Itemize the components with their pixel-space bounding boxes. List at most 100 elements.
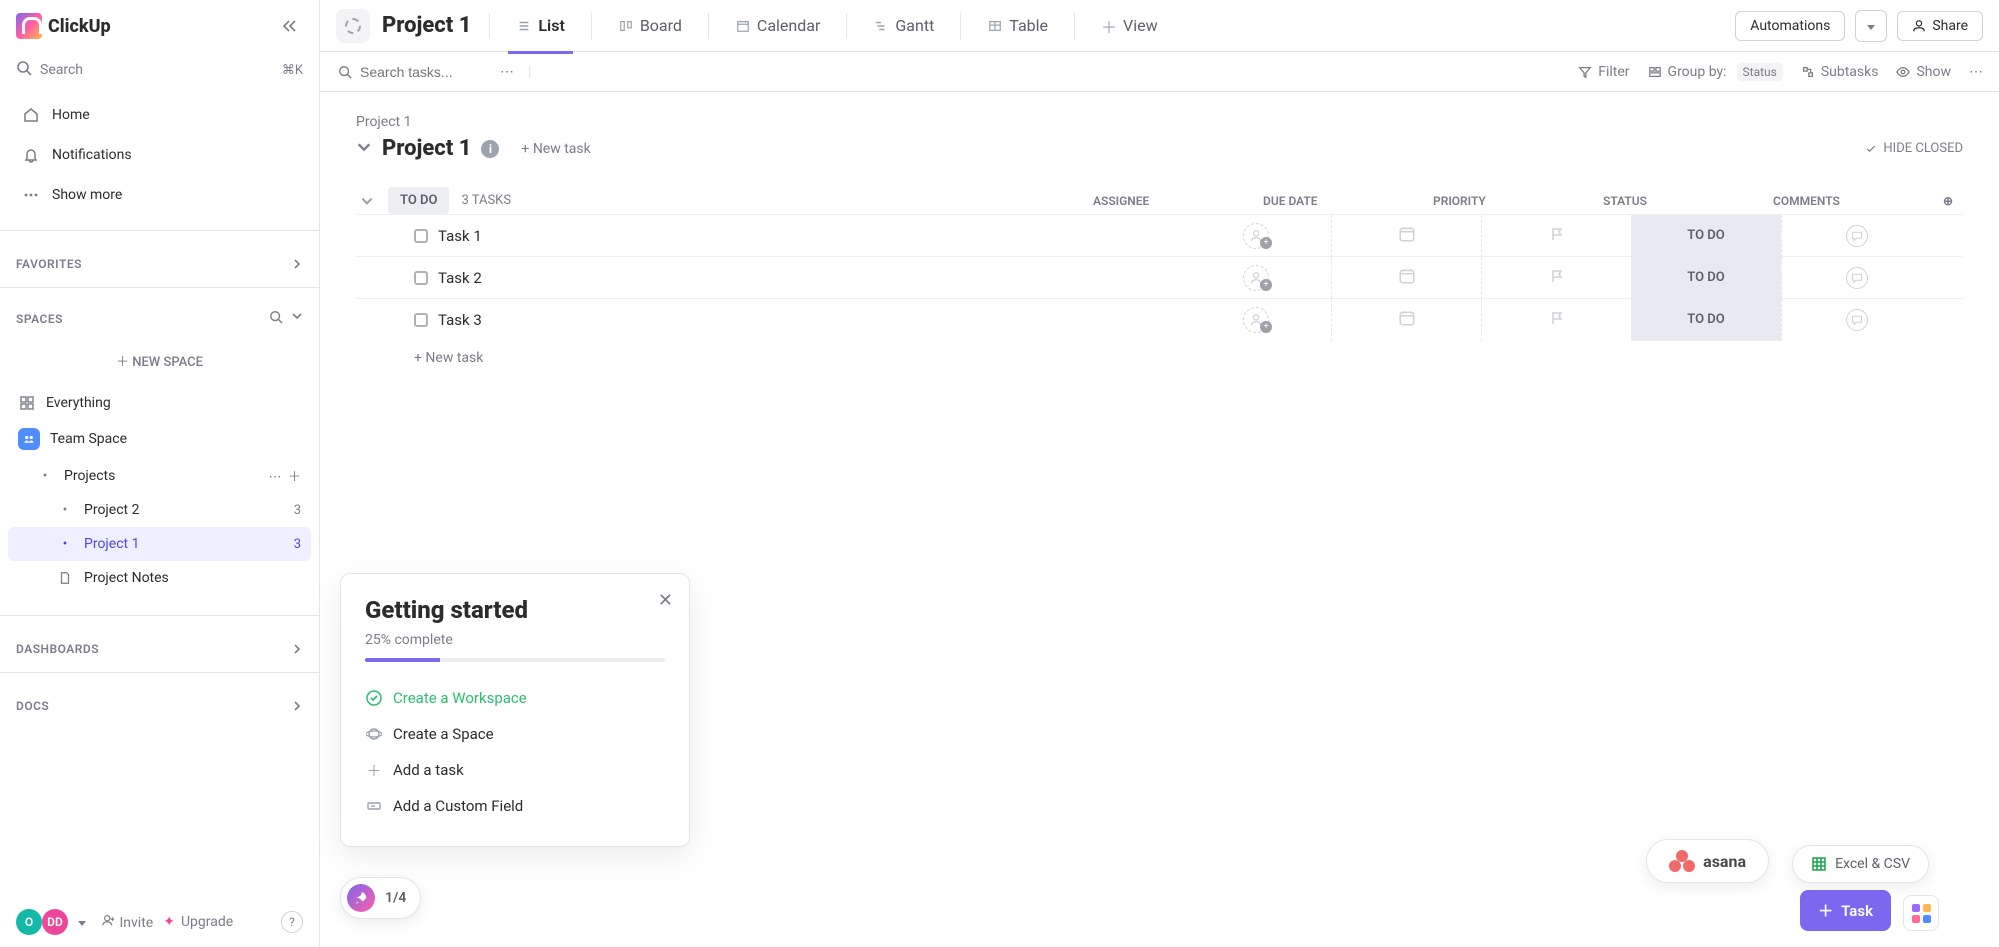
col-assignee[interactable]: ASSIGNEE bbox=[1093, 194, 1183, 208]
add-task-link[interactable]: + New task bbox=[521, 141, 590, 157]
nav-show-more[interactable]: Show more bbox=[8, 176, 311, 214]
cell-due-date[interactable] bbox=[1331, 257, 1481, 299]
docs-label[interactable]: DOCS bbox=[16, 699, 49, 713]
task-row[interactable]: ‎Task 2 + TO DO bbox=[356, 256, 1963, 298]
spaces-search-button[interactable] bbox=[269, 310, 283, 327]
logo[interactable]: ClickUp bbox=[16, 13, 111, 39]
toolbar-more-button[interactable]: ⋯ bbox=[1969, 64, 1983, 80]
column-headers: ASSIGNEE DUE DATE PRIORITY STATUS COMMEN… bbox=[1093, 194, 1963, 208]
list-icon-button[interactable] bbox=[336, 9, 370, 43]
dashboards-label[interactable]: DASHBOARDS bbox=[16, 642, 99, 656]
col-due-date[interactable]: DUE DATE bbox=[1263, 194, 1353, 208]
task-status-icon[interactable] bbox=[414, 313, 428, 327]
share-button[interactable]: Share bbox=[1897, 11, 1983, 41]
nav-home[interactable]: Home bbox=[8, 96, 311, 134]
task-search-input[interactable] bbox=[360, 64, 480, 80]
search-more-button[interactable]: ⋯ bbox=[500, 64, 514, 80]
upgrade-button[interactable]: ✦ Upgrade bbox=[163, 914, 233, 930]
task-status-icon[interactable] bbox=[414, 271, 428, 285]
automations-button[interactable]: Automations bbox=[1735, 11, 1845, 41]
cell-priority[interactable] bbox=[1481, 215, 1631, 257]
task-search[interactable] bbox=[336, 63, 480, 81]
favorites-label[interactable]: FAVORITES bbox=[16, 257, 82, 271]
show-button[interactable]: Show bbox=[1896, 64, 1951, 80]
tab-calendar[interactable]: Calendar bbox=[727, 10, 828, 41]
spaces-label[interactable]: SPACES bbox=[16, 312, 63, 326]
cell-assignee[interactable]: + bbox=[1181, 257, 1331, 299]
status-collapse-button[interactable] bbox=[356, 190, 378, 212]
cell-status[interactable]: TO DO bbox=[1631, 215, 1781, 257]
task-row[interactable]: ‎Task 1 + TO DO bbox=[356, 214, 1963, 256]
close-button[interactable]: ✕ bbox=[658, 590, 673, 611]
gs-item-space[interactable]: Create a Space bbox=[365, 716, 665, 752]
hide-closed-button[interactable]: HIDE CLOSED bbox=[1865, 141, 1963, 156]
tree-projects-actions[interactable]: ⋯ ＋ bbox=[269, 466, 301, 485]
cell-due-date[interactable] bbox=[1331, 215, 1481, 257]
cell-comments[interactable] bbox=[1781, 257, 1931, 299]
automations-menu-button[interactable] bbox=[1855, 10, 1887, 42]
invite-button[interactable]: Invite bbox=[102, 913, 153, 931]
subtasks-label: Subtasks bbox=[1821, 64, 1879, 80]
tab-add-view[interactable]: ＋View bbox=[1093, 10, 1166, 41]
tree-project-2[interactable]: • Project 2 3 bbox=[8, 493, 311, 527]
breadcrumb[interactable]: Project 1 bbox=[356, 114, 1963, 130]
tab-gantt[interactable]: Gantt bbox=[865, 10, 942, 41]
tab-board[interactable]: Board bbox=[610, 10, 690, 41]
add-column-button[interactable]: ⊕ bbox=[1943, 194, 1963, 208]
task-name[interactable]: ‎Task 1 bbox=[438, 227, 482, 245]
status-chip[interactable]: TO DO bbox=[388, 187, 449, 214]
cell-due-date[interactable] bbox=[1331, 299, 1481, 341]
tab-table[interactable]: Table bbox=[979, 10, 1056, 41]
gs-item-task[interactable]: ＋Add a task bbox=[365, 752, 665, 788]
cell-assignee[interactable]: + bbox=[1181, 215, 1331, 257]
tree-team-space[interactable]: Team Space bbox=[8, 420, 311, 458]
new-task-inline[interactable]: + New task bbox=[356, 340, 1963, 366]
favorites-expand[interactable] bbox=[291, 258, 303, 270]
col-priority[interactable]: PRIORITY bbox=[1433, 194, 1523, 208]
gs-item-workspace[interactable]: Create a Workspace bbox=[365, 680, 665, 716]
task-row[interactable]: Task 3 + TO DO bbox=[356, 298, 1963, 340]
cell-comments[interactable] bbox=[1781, 299, 1931, 341]
excel-csv-pill[interactable]: Excel & CSV bbox=[1792, 845, 1929, 883]
spaces-collapse-button[interactable] bbox=[291, 310, 303, 327]
docs-expand[interactable] bbox=[291, 700, 303, 712]
task-status-icon[interactable] bbox=[414, 229, 428, 243]
cell-priority[interactable] bbox=[1481, 257, 1631, 299]
create-task-button[interactable]: ＋ Task bbox=[1800, 890, 1891, 931]
avatar-2[interactable]: DD bbox=[42, 909, 68, 935]
sidebar-search[interactable]: Search ⌘K bbox=[0, 52, 319, 88]
cell-comments[interactable] bbox=[1781, 215, 1931, 257]
cell-priority[interactable] bbox=[1481, 299, 1631, 341]
asana-pill[interactable]: asana bbox=[1646, 839, 1769, 883]
onboarding-pill[interactable]: 1/4 bbox=[340, 877, 421, 919]
collapse-sidebar-button[interactable] bbox=[275, 12, 303, 40]
cell-tail bbox=[1931, 257, 1963, 299]
cell-status[interactable]: TO DO bbox=[1631, 257, 1781, 299]
col-comments[interactable]: COMMENTS bbox=[1773, 194, 1863, 208]
apps-button[interactable] bbox=[1903, 895, 1939, 931]
tree-everything[interactable]: Everything bbox=[8, 386, 311, 420]
col-status[interactable]: STATUS bbox=[1603, 194, 1693, 208]
cell-assignee[interactable]: + bbox=[1181, 299, 1331, 341]
tree-project-1[interactable]: • Project 1 3 bbox=[8, 527, 311, 561]
info-button[interactable]: i bbox=[481, 140, 499, 158]
filter-button[interactable]: Filter bbox=[1578, 64, 1629, 80]
new-space-button[interactable]: ＋ NEW SPACE bbox=[16, 343, 303, 378]
gs-item-custom-field[interactable]: Add a Custom Field bbox=[365, 788, 665, 824]
avatar-menu-button[interactable] bbox=[78, 914, 86, 930]
group-collapse-button[interactable] bbox=[356, 139, 372, 159]
tree-projects[interactable]: • Projects ⋯ ＋ bbox=[8, 458, 311, 493]
tree-project-notes[interactable]: Project Notes bbox=[8, 561, 311, 595]
avatar-1[interactable]: O bbox=[16, 909, 42, 935]
task-name[interactable]: ‎Task 2 bbox=[438, 269, 482, 287]
top-right: Automations Share bbox=[1735, 10, 1983, 42]
tree-everything-label: Everything bbox=[46, 395, 111, 411]
task-name[interactable]: Task 3 bbox=[438, 311, 482, 329]
cell-status[interactable]: TO DO bbox=[1631, 299, 1781, 341]
dashboards-expand[interactable] bbox=[291, 643, 303, 655]
tab-list[interactable]: List bbox=[508, 10, 572, 41]
subtasks-button[interactable]: Subtasks bbox=[1801, 64, 1879, 80]
help-button[interactable]: ? bbox=[281, 911, 303, 933]
group-by-button[interactable]: Group by:Status bbox=[1648, 63, 1783, 81]
nav-notifications[interactable]: Notifications bbox=[8, 136, 311, 174]
